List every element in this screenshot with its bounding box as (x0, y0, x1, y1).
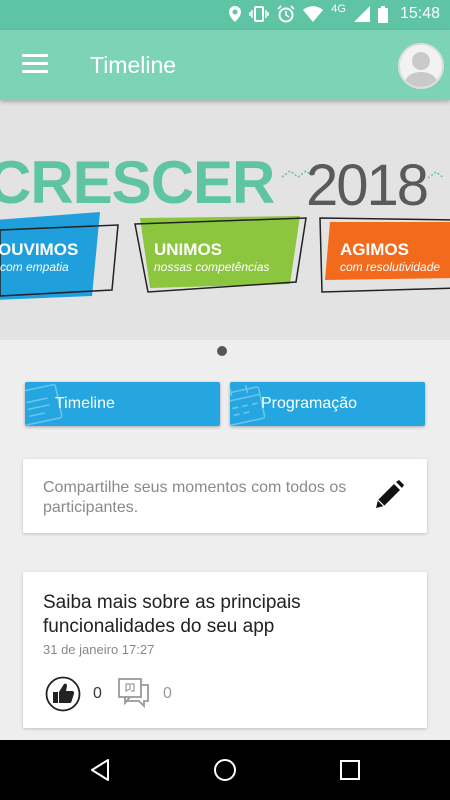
timeline-button-label: Timeline (55, 395, 115, 412)
page-title: Timeline (90, 52, 177, 78)
programacao-button[interactable]: Programação (230, 382, 425, 426)
banner-headline: CRESCER (0, 149, 275, 216)
wifi-icon (303, 6, 324, 22)
recents-icon[interactable] (338, 758, 362, 782)
clock: 15:48 (399, 5, 440, 22)
home-icon[interactable] (213, 758, 237, 782)
tag-unimos-title: UNIMOS (154, 240, 222, 259)
post-card[interactable]: Saiba mais sobre as principais funcional… (23, 572, 427, 728)
network-type: 4G (331, 3, 346, 15)
tag-ouvimos-title: OUVIMOS (0, 240, 79, 259)
share-prompt: Compartilhe seus momentos com todos os p… (43, 479, 347, 516)
timeline-button[interactable]: Timeline (25, 382, 220, 426)
location-icon (229, 6, 242, 22)
app-bar: Timeline (0, 30, 450, 100)
share-moment-card[interactable]: Compartilhe seus momentos com todos os p… (23, 459, 427, 533)
status-bar: 4G 15:48 (0, 0, 450, 30)
banner-year: 2018 (306, 153, 429, 218)
carousel-indicator[interactable] (217, 346, 227, 356)
like-icon[interactable] (45, 676, 81, 712)
pencil-icon[interactable] (373, 479, 405, 511)
vibrate-icon (249, 6, 270, 22)
menu-icon[interactable] (22, 54, 48, 76)
signal-icon (353, 6, 370, 22)
tag-agimos-title: AGIMOS (340, 240, 409, 259)
post-title: Saiba mais sobre as principais funcional… (43, 592, 301, 637)
programacao-button-label: Programação (261, 395, 358, 412)
banner-graphics (0, 170, 450, 300)
system-nav-bar (0, 740, 450, 800)
like-count: 0 (93, 685, 102, 702)
comment-icon[interactable] (118, 678, 150, 708)
tag-unimos-subtitle: nossas competências (154, 260, 270, 274)
event-banner[interactable]: CRESCER 2018 OUVIMOS com empatia UNIMOS … (0, 100, 450, 340)
comment-count: 0 (163, 685, 172, 702)
tag-ouvimos-subtitle: com empatia (0, 260, 69, 274)
status-icons: 4G 15:48 (229, 3, 440, 23)
alarm-icon (277, 5, 295, 23)
post-date: 31 de janeiro 17:27 (43, 642, 155, 657)
battery-icon (377, 5, 388, 23)
avatar[interactable] (398, 43, 444, 89)
back-icon[interactable] (88, 758, 112, 782)
tag-agimos-subtitle: com resolutividade (340, 260, 441, 274)
